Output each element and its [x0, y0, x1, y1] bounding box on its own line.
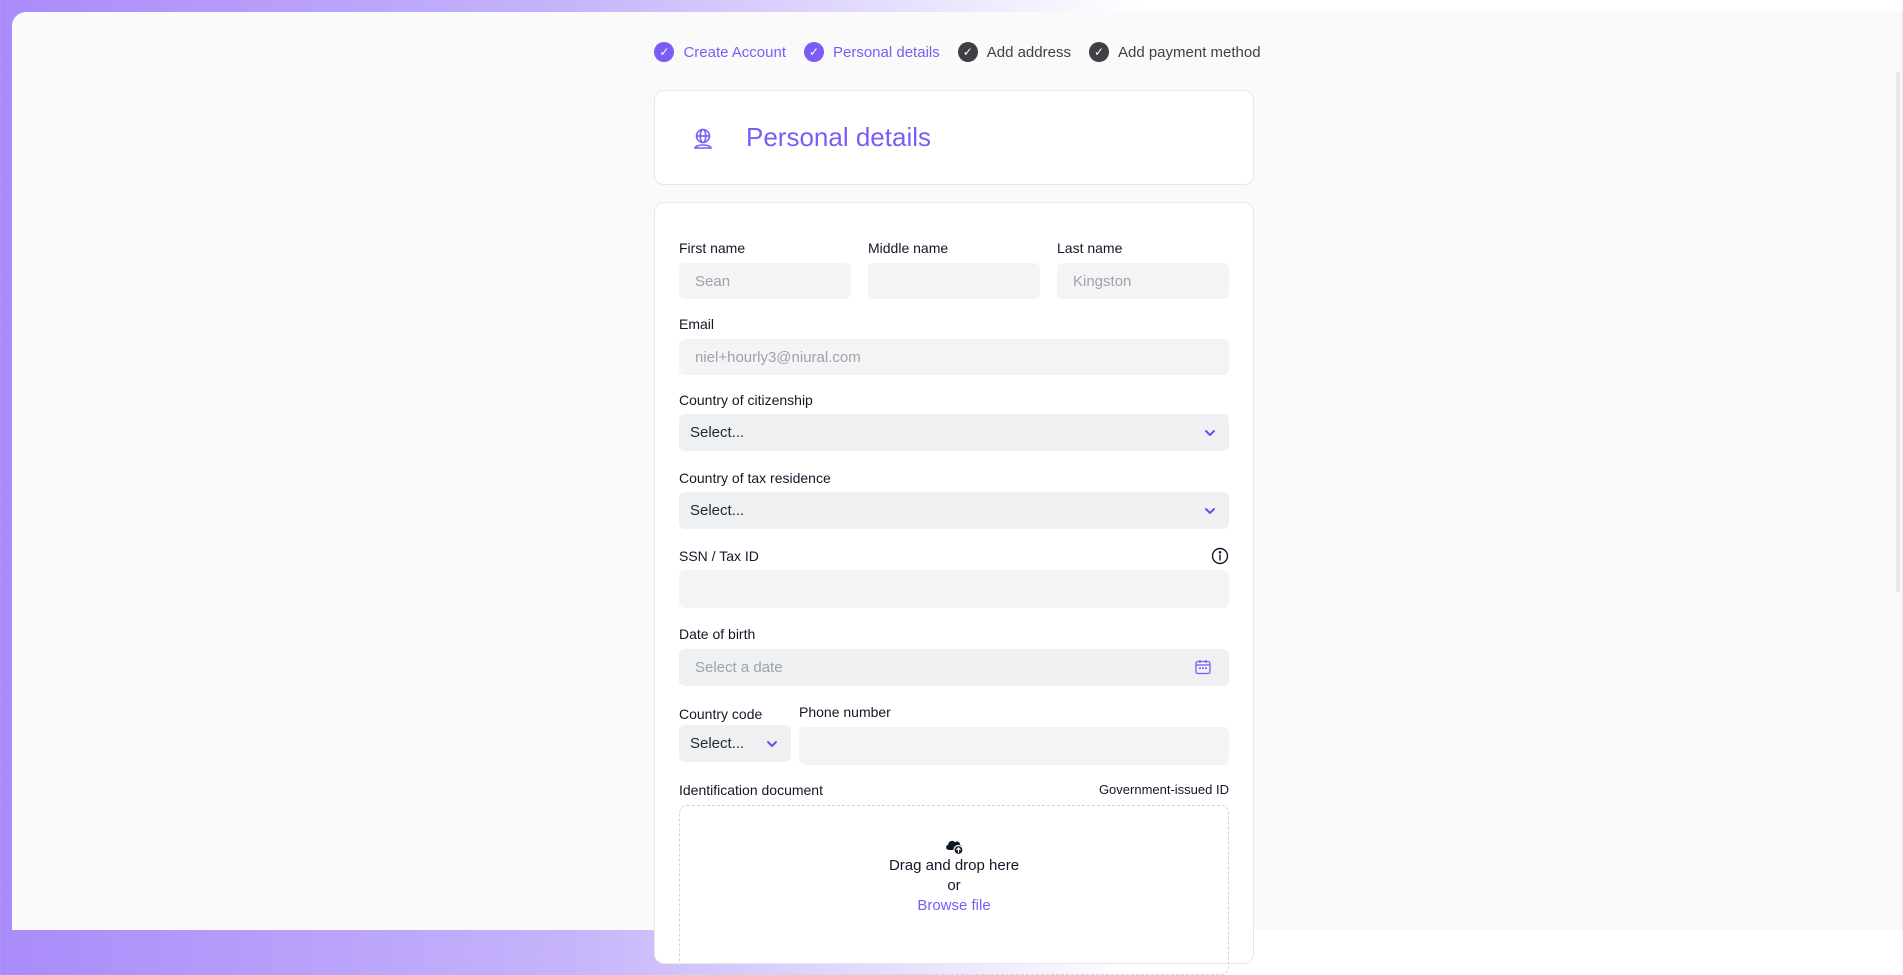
date-of-birth-input[interactable]: [679, 649, 1229, 686]
first-name-label: First name: [679, 240, 746, 256]
email-field[interactable]: [679, 339, 1229, 375]
section-header-card: Personal details: [654, 90, 1254, 185]
onboarding-stepper: ✓ Create Account ✓ Personal details ✓ Ad…: [12, 42, 1903, 62]
step-label: Add address: [986, 43, 1071, 61]
or-text: or: [947, 877, 961, 894]
page-title: Personal details: [746, 122, 931, 152]
step-label: Add payment method: [1117, 43, 1261, 61]
phone-label: Phone number: [799, 704, 891, 720]
country-code-value: Select...: [690, 735, 745, 752]
scrollbar[interactable]: [1896, 72, 1900, 592]
ssn-label: SSN / Tax ID: [679, 548, 759, 564]
id-document-hint: Government-issued ID: [1098, 782, 1229, 797]
check-icon: ✓: [804, 42, 824, 62]
country-code-label: Country code: [679, 706, 763, 722]
citizenship-value: Select...: [690, 424, 745, 441]
last-name-label: Last name: [1057, 240, 1123, 256]
tax-residence-value: Select...: [690, 502, 745, 519]
browse-file-link[interactable]: Browse file: [680, 896, 1228, 916]
calendar-icon[interactable]: [1194, 658, 1212, 676]
chevron-down-icon: [767, 740, 777, 747]
middle-name-label: Middle name: [868, 240, 949, 256]
globe-user-icon: [693, 128, 713, 149]
chevron-down-icon: [1205, 507, 1215, 514]
middle-name-input[interactable]: [868, 263, 1040, 299]
check-icon: ✓: [957, 42, 978, 62]
citizenship-label: Country of citizenship: [679, 392, 813, 408]
tax-residence-label: Country of tax residence: [679, 470, 831, 486]
info-icon[interactable]: [1211, 547, 1229, 565]
step-add-payment-method[interactable]: ✓ Add payment method: [1088, 42, 1261, 62]
chevron-down-icon: [1205, 429, 1215, 436]
app-window: ✓ Create Account ✓ Personal details ✓ Ad…: [12, 12, 1903, 975]
step-label: Personal details: [833, 43, 940, 61]
step-label: Create Account: [683, 43, 786, 61]
step-add-address[interactable]: ✓ Add address: [957, 42, 1071, 62]
step-personal-details[interactable]: ✓ Personal details: [804, 42, 940, 62]
last-name-input[interactable]: [1057, 263, 1229, 299]
email-label: Email: [679, 316, 715, 332]
step-create-account[interactable]: ✓ Create Account: [654, 42, 786, 62]
id-document-label: Identification document: [679, 782, 823, 798]
file-dropzone[interactable]: Drag and drop here or Browse file: [679, 805, 1229, 975]
check-icon: ✓: [654, 42, 675, 62]
first-name-input[interactable]: [679, 263, 851, 299]
phone-number-input[interactable]: [799, 727, 1229, 765]
country-code-select[interactable]: Select...: [679, 725, 791, 762]
drop-text: Drag and drop here: [888, 857, 1020, 874]
cloud-upload-icon: [946, 840, 964, 856]
tax-residence-select[interactable]: Select...: [679, 492, 1229, 529]
check-icon: ✓: [1088, 42, 1109, 62]
personal-details-form: First name Middle name Last name Email C…: [654, 202, 1254, 975]
dob-label: Date of birth: [679, 626, 756, 642]
ssn-input[interactable]: [679, 570, 1229, 608]
citizenship-select[interactable]: Select...: [679, 414, 1229, 451]
